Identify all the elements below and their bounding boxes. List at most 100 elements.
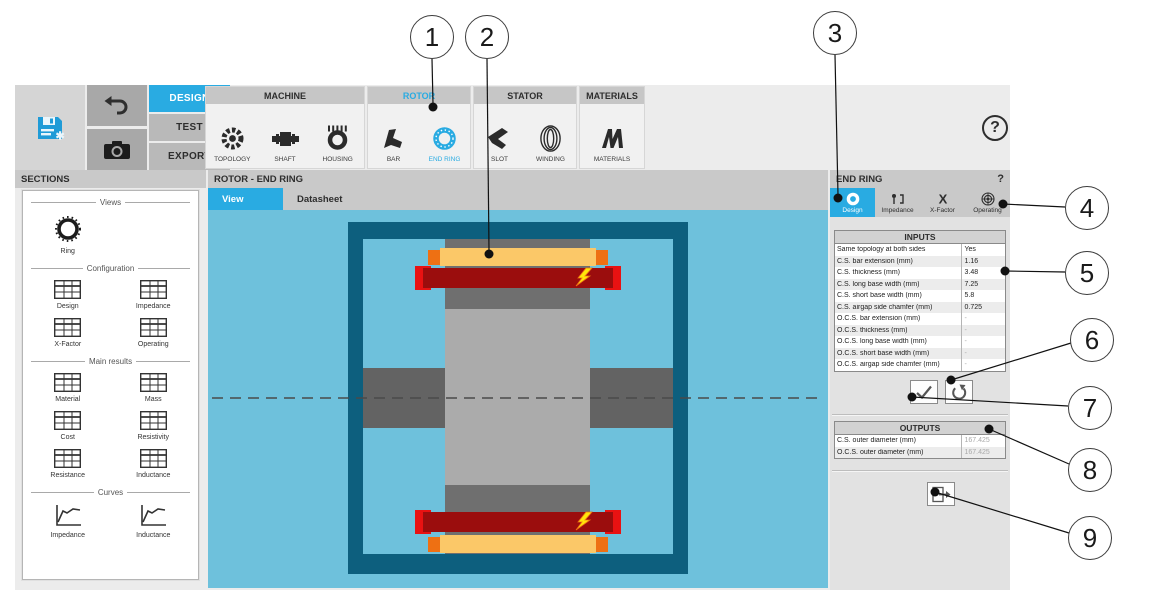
export-report-button[interactable] bbox=[927, 482, 955, 506]
tab-impedance[interactable]: Impedance bbox=[875, 188, 920, 217]
tab-view[interactable]: View bbox=[208, 188, 283, 210]
check-icon bbox=[915, 385, 933, 399]
end-ring-panel-header: END RING ? bbox=[830, 170, 1010, 188]
table-row: C.S. short base width (mm)5.8 bbox=[835, 290, 1005, 302]
sidebar-item-label: Resistivity bbox=[137, 434, 169, 441]
table-icon bbox=[140, 411, 167, 430]
output-value: 167.425 bbox=[961, 447, 1005, 459]
rotor-group: ROTOR BAR END RING bbox=[367, 86, 471, 169]
sidebar-item-label: X-Factor bbox=[54, 341, 81, 348]
input-value[interactable]: 1.16 bbox=[961, 256, 1005, 268]
sidebar-item-cost[interactable]: Cost bbox=[54, 411, 81, 441]
input-value[interactable]: 7.25 bbox=[961, 279, 1005, 291]
screenshot-button[interactable] bbox=[87, 129, 147, 170]
sidebar-item-material[interactable]: Material bbox=[54, 373, 81, 403]
sidebar-item-label: Impedance bbox=[50, 532, 85, 539]
machine-group: MACHINE TOPOLOGY bbox=[205, 86, 365, 169]
sidebar-item-label: Inductance bbox=[136, 532, 170, 539]
output-label: C.S. outer diameter (mm) bbox=[835, 437, 961, 444]
input-label: C.S. long base width (mm) bbox=[835, 281, 961, 288]
configuration-legend: Configuration bbox=[31, 264, 190, 273]
end-ring-panel: END RING ? Design Impedance bbox=[830, 170, 1010, 590]
end-ring-bottom bbox=[415, 510, 621, 534]
curves-legend: Curves bbox=[31, 488, 190, 497]
end-ring-drawing bbox=[208, 210, 828, 588]
materials-label: MATERIALS bbox=[594, 156, 630, 163]
sections-title: SECTIONS bbox=[15, 170, 206, 188]
help-button[interactable]: ? bbox=[982, 115, 1008, 141]
sidebar-item-ring[interactable]: Ring bbox=[53, 214, 83, 255]
save-button[interactable]: ✱ bbox=[15, 85, 85, 170]
design-ring-icon bbox=[845, 192, 861, 206]
materials-button[interactable]: MATERIALS bbox=[580, 104, 644, 168]
sidebar-item-mass[interactable]: Mass bbox=[140, 373, 167, 403]
tab-operating[interactable]: Operating bbox=[965, 188, 1010, 217]
rotor-bar-top bbox=[428, 248, 608, 266]
end-ring-label: END RING bbox=[429, 156, 461, 163]
svg-text:X: X bbox=[938, 192, 947, 206]
tab-x-factor[interactable]: X X-Factor bbox=[920, 188, 965, 217]
input-value[interactable]: - bbox=[961, 336, 1005, 348]
tab-label: X-Factor bbox=[930, 207, 955, 214]
slot-button[interactable]: SLOT bbox=[474, 104, 525, 168]
input-value[interactable]: - bbox=[961, 359, 1005, 371]
shaft-icon bbox=[272, 125, 299, 152]
input-value[interactable]: 0.725 bbox=[961, 302, 1005, 314]
export-icon bbox=[931, 486, 951, 503]
divider bbox=[832, 470, 1008, 472]
table-row: O.C.S. airgap side chamfer (mm)- bbox=[835, 359, 1005, 371]
table-row: O.C.S. long base width (mm)- bbox=[835, 336, 1005, 348]
input-value[interactable]: - bbox=[961, 348, 1005, 360]
shaft-button[interactable]: SHAFT bbox=[259, 104, 312, 168]
sidebar-item-resistance[interactable]: Resistance bbox=[50, 449, 85, 479]
end-ring-button[interactable]: END RING bbox=[419, 104, 470, 168]
materials-icon bbox=[599, 125, 626, 152]
ring-icon bbox=[53, 214, 83, 244]
sidebar-item-design[interactable]: Design bbox=[54, 280, 81, 310]
winding-button[interactable]: WINDING bbox=[525, 104, 576, 168]
sidebar-item-impedance[interactable]: Impedance bbox=[136, 280, 171, 310]
input-value[interactable]: - bbox=[961, 325, 1005, 337]
winding-icon bbox=[537, 125, 564, 152]
input-label: C.S. thickness (mm) bbox=[835, 269, 961, 276]
slot-icon bbox=[486, 125, 513, 152]
end-ring-panel-title: END RING bbox=[836, 174, 882, 185]
tab-label: Operating bbox=[973, 207, 1002, 214]
input-label: Same topology at both sides bbox=[835, 246, 961, 253]
sidebar-item-x-factor[interactable]: X-Factor bbox=[54, 318, 81, 348]
reset-button[interactable] bbox=[945, 380, 973, 404]
sidebar-item-resistivity[interactable]: Resistivity bbox=[137, 411, 169, 441]
sidebar-item-operating[interactable]: Operating bbox=[138, 318, 169, 348]
rotor-group-title: ROTOR bbox=[368, 87, 470, 104]
tab-datasheet[interactable]: Datasheet bbox=[283, 188, 358, 210]
input-value[interactable]: 3.48 bbox=[961, 267, 1005, 279]
inputs-table: Same topology at both sidesYes C.S. bar … bbox=[834, 244, 1006, 372]
input-label: O.C.S. bar extension (mm) bbox=[835, 315, 961, 322]
topology-button[interactable]: TOPOLOGY bbox=[206, 104, 259, 168]
housing-button[interactable]: HOUSING bbox=[311, 104, 364, 168]
tab-design[interactable]: Design bbox=[830, 188, 875, 217]
sidebar-item-impedance-curve[interactable]: Impedance bbox=[50, 504, 85, 539]
end-ring-drawing-canvas[interactable] bbox=[208, 210, 828, 588]
curve-icon bbox=[138, 504, 168, 528]
table-icon bbox=[54, 411, 81, 430]
input-value[interactable]: Yes bbox=[961, 244, 1005, 256]
sidebar-item-inductance-curve[interactable]: Inductance bbox=[136, 504, 170, 539]
input-value[interactable]: - bbox=[961, 313, 1005, 325]
undo-button[interactable] bbox=[87, 85, 147, 126]
input-label: C.S. bar extension (mm) bbox=[835, 258, 961, 265]
bar-button[interactable]: BAR bbox=[368, 104, 419, 168]
divider bbox=[832, 414, 1008, 416]
input-label: O.C.S. airgap side chamfer (mm) bbox=[835, 361, 961, 368]
panel-help-button[interactable]: ? bbox=[997, 173, 1004, 185]
sidebar-item-inductance[interactable]: Inductance bbox=[136, 449, 170, 479]
table-row: O.C.S. bar extension (mm)- bbox=[835, 313, 1005, 325]
sections-panel: Views Ring Configuration bbox=[22, 190, 199, 580]
views-legend: Views bbox=[31, 198, 190, 207]
apply-button[interactable] bbox=[910, 380, 938, 404]
quick-actions bbox=[87, 85, 147, 170]
housing-icon bbox=[324, 125, 351, 152]
end-ring-top bbox=[415, 266, 621, 290]
sidebar-item-label: Ring bbox=[61, 248, 75, 255]
input-value[interactable]: 5.8 bbox=[961, 290, 1005, 302]
